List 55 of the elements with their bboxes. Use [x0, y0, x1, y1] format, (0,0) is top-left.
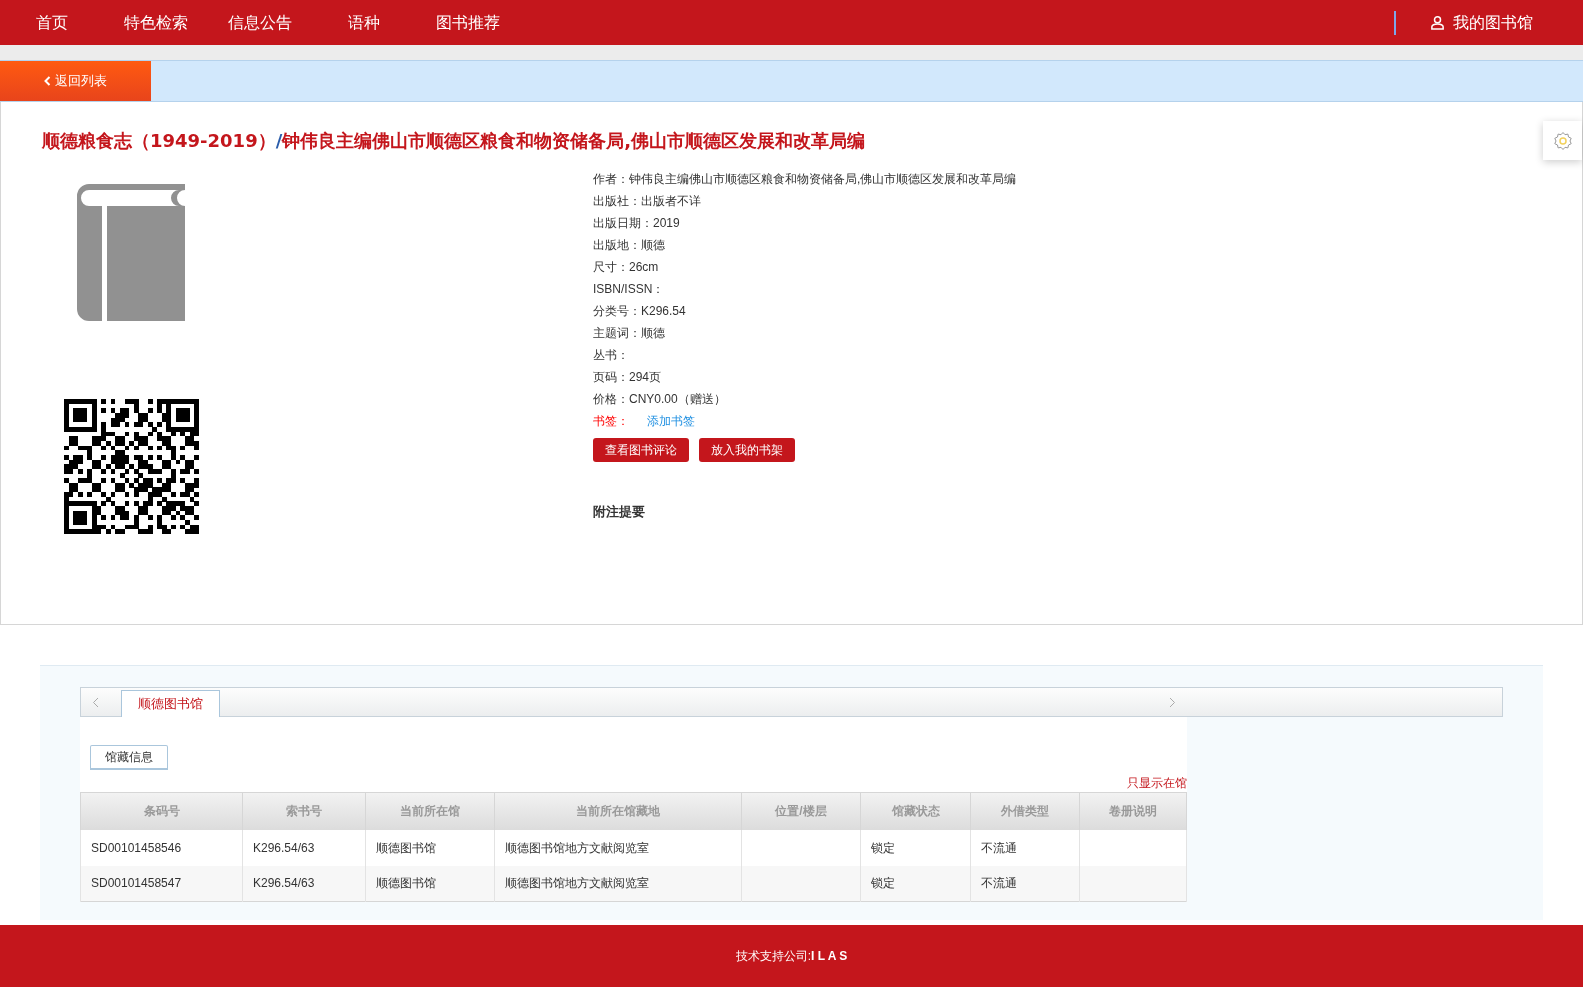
column-header: 馆藏状态 — [860, 792, 971, 830]
book-title: 顺德粮食志（1949-2019）/钟伟良主编佛山市顺德区粮食和物资储备局,佛山市顺德区发展和改革局编 — [42, 129, 867, 153]
field-text: 价格：CNY0.00（赠送） — [593, 391, 727, 408]
field-text: 出版日期：2019 — [593, 215, 681, 232]
nav-link[interactable]: 信息公告 — [228, 10, 348, 35]
table-cell: K296.54/63 — [242, 829, 366, 866]
field-text: 出版社：出版者不详 — [593, 193, 702, 210]
my-library-link[interactable]: 我的图书馆 — [1430, 10, 1533, 35]
table-cell: SD00101458547 — [80, 865, 243, 902]
action-button[interactable]: 查看图书评论 — [593, 438, 689, 462]
field-text: 丛书： — [593, 347, 630, 364]
table-cell: 锁定 — [860, 829, 971, 866]
field-text: 作者：钟伟良主编佛山市顺德区粮食和物资储备局,佛山市顺德区发展和改革局编 — [593, 171, 1017, 188]
field-text: ISBN/ISSN： — [593, 281, 666, 298]
table-cell: 顺德图书馆 — [365, 865, 495, 902]
field-label: 书签： — [593, 413, 630, 430]
field-text: 页码：294页 — [593, 369, 663, 386]
library-tab[interactable]: 顺德图书馆 — [121, 690, 220, 717]
nav-link[interactable]: 语种 — [348, 10, 436, 35]
table-cell: SD00101458546 — [80, 829, 243, 866]
table-cell: 顺德图书馆 — [365, 829, 495, 866]
chevron-left-icon[interactable] — [92, 697, 99, 708]
chevron-right-icon[interactable] — [1169, 697, 1176, 708]
column-header: 卷册说明 — [1079, 792, 1187, 830]
holdings-tab[interactable]: 馆藏信息 — [90, 745, 168, 770]
chevron-left-icon — [44, 76, 51, 86]
field-text: 主题词：顺德 — [593, 325, 666, 342]
column-header: 当前所在馆 — [365, 792, 495, 830]
field-text: 出版地：顺德 — [593, 237, 666, 254]
column-header: 位置/楼层 — [741, 792, 861, 830]
table-cell: 锁定 — [860, 865, 971, 902]
nav-link[interactable]: 图书推荐 — [436, 10, 500, 35]
add-bookmark-link[interactable]: 添加书签 — [647, 412, 695, 430]
user-icon — [1430, 15, 1445, 30]
table-cell: 顺德图书馆地方文献阅览室 — [494, 865, 742, 902]
column-header: 外借类型 — [970, 792, 1080, 830]
footer-text: 技术支持公司:I L A S — [735, 948, 848, 965]
nav-link[interactable]: 特色检索 — [124, 10, 228, 35]
back-button[interactable]: 返回列表 — [0, 61, 151, 101]
column-header: 当前所在馆藏地 — [494, 792, 742, 830]
filter-link[interactable]: 只显示在馆 — [1127, 774, 1187, 792]
column-header: 条码号 — [80, 792, 243, 830]
table-cell: K296.54/63 — [242, 865, 366, 902]
table-cell: 不流通 — [970, 865, 1080, 902]
settings-icon — [1552, 130, 1573, 151]
action-button[interactable]: 放入我的书架 — [699, 438, 795, 462]
column-header: 索书号 — [242, 792, 366, 830]
notes-heading: 附注提要 — [593, 503, 646, 521]
settings-button[interactable] — [1543, 121, 1582, 160]
table-cell: 不流通 — [970, 829, 1080, 866]
field-text: 尺寸：26cm — [593, 259, 660, 276]
table-cell: 顺德图书馆地方文献阅览室 — [494, 829, 742, 866]
field-text: 分类号：K296.54 — [593, 303, 687, 320]
nav-link[interactable]: 首页 — [36, 10, 124, 35]
book-icon — [77, 184, 187, 321]
